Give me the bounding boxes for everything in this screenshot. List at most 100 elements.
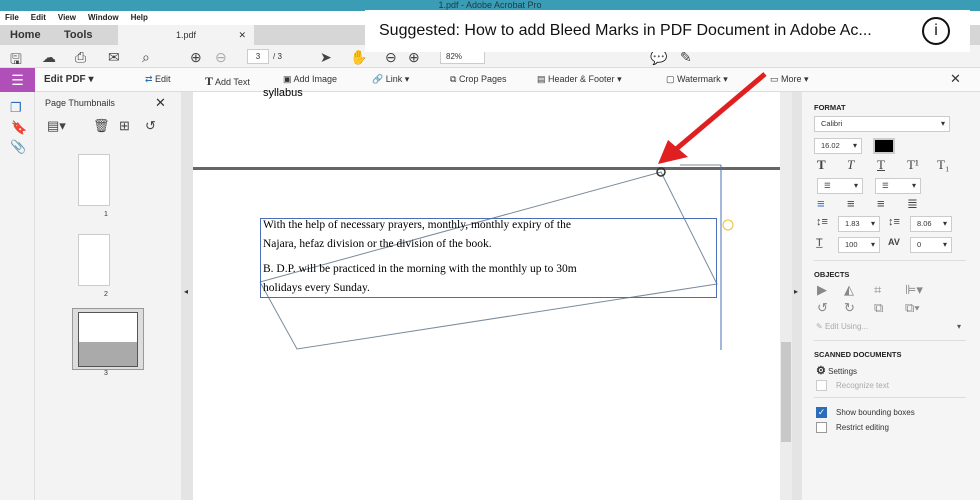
menu-file[interactable]: File <box>5 13 19 22</box>
subscript-icon[interactable]: T₁ <box>937 157 949 173</box>
restrict-editing-checkbox[interactable] <box>816 422 827 433</box>
character-spacing-select[interactable]: 0 <box>910 237 952 253</box>
show-bounding-boxes-checkbox[interactable]: ✓ <box>816 407 827 418</box>
search-icon[interactable]: ⌕ <box>142 49 150 66</box>
window-title: 1.pdf - Adobe Acrobat Pro <box>438 0 542 10</box>
thumbnails-panel: Page Thumbnails ✕ ▤▾ 🗑 ⊞ ↺ 1 2 3 <box>35 92 181 500</box>
thumbnails-title: Page Thumbnails <box>45 98 115 108</box>
print-icon[interactable]: ⎙ <box>75 49 86 66</box>
collapse-left-panel[interactable]: ◂ <box>181 92 193 500</box>
superscript-icon[interactable]: T¹ <box>907 157 919 173</box>
delete-icon[interactable]: 🗑 <box>93 118 110 134</box>
horizontal-scale-icon: T̲ <box>816 237 823 249</box>
page-thumbnail-1[interactable] <box>78 154 110 206</box>
font-select[interactable]: Calibri <box>814 116 950 132</box>
settings-button[interactable]: ⚙ Settings <box>816 364 857 377</box>
watermark-button[interactable]: ▢ Watermark ▾ <box>666 74 728 85</box>
italic-icon[interactable]: T <box>847 157 854 173</box>
line-spacing-select[interactable]: 1.83 <box>838 216 880 232</box>
character-spacing-icon: AV <box>888 237 900 247</box>
close-tool-icon[interactable]: ✕ <box>950 71 961 87</box>
font-color-swatch[interactable] <box>873 138 895 154</box>
info-icon[interactable]: i <box>922 17 950 45</box>
more-button[interactable]: ▭ More ▾ <box>770 74 809 85</box>
restrict-editing-label: Restrict editing <box>836 423 889 432</box>
bookmark-icon[interactable]: 🔖 <box>11 120 27 136</box>
edit-pdf-menu[interactable]: Edit PDF ▾ <box>44 74 93 85</box>
close-panel-icon[interactable]: ✕ <box>155 95 166 111</box>
thumbnail-label: 2 <box>104 291 108 298</box>
numbered-list-select[interactable]: ☰ <box>875 178 921 194</box>
header-footer-button[interactable]: ▤ Header & Footer ▾ <box>537 74 622 85</box>
thumbnail-label: 1 <box>104 211 108 218</box>
replace-image-icon[interactable]: ⧉ <box>874 300 883 316</box>
vertical-scrollbar[interactable] <box>780 92 792 500</box>
tab-home[interactable]: Home <box>10 25 41 45</box>
add-text-button[interactable]: T Add Text <box>205 74 250 89</box>
page-thumbnail-2[interactable] <box>78 234 110 286</box>
recognize-text-checkbox[interactable] <box>816 380 827 391</box>
align-left-icon[interactable]: ≡ <box>817 196 825 211</box>
attachment-icon[interactable]: 📎 <box>10 139 26 155</box>
rotate-icon[interactable]: ↺ <box>145 118 156 134</box>
font-size-select[interactable]: 16.02 <box>814 138 862 154</box>
page-up-icon[interactable]: ⊕ <box>190 49 202 66</box>
document-area[interactable]: syllabus With the help of necessary pray… <box>193 87 780 500</box>
show-bounding-boxes-label: Show bounding boxes <box>836 408 915 417</box>
suggestion-banner[interactable]: Suggested: How to add Bleed Marks in PDF… <box>365 10 970 52</box>
menu-window[interactable]: Window <box>88 13 119 22</box>
format-heading: FORMAT <box>814 103 846 112</box>
edit-using-button[interactable]: ✎ Edit Using... <box>816 322 868 331</box>
edit-pdf-toolbar: ☰ Edit PDF ▾ ⇄ Edit T Add Text ▣ Add Ima… <box>0 68 980 92</box>
doc-line[interactable]: B. D.P. will be practiced in the morning… <box>263 263 577 275</box>
page-down-icon[interactable]: ⊖ <box>215 49 227 66</box>
suggestion-text: Suggested: How to add Bleed Marks in PDF… <box>379 22 872 39</box>
page-thumbnail-3-selected[interactable] <box>72 308 144 370</box>
add-image-button[interactable]: ▣ Add Image <box>283 74 337 85</box>
crop-icon[interactable]: ⌗ <box>874 282 881 298</box>
upload-icon[interactable]: ☁ <box>42 49 56 66</box>
flip-horizontal-icon[interactable]: ◭ <box>844 282 854 298</box>
underline-icon[interactable]: T <box>877 157 885 173</box>
flip-vertical-icon[interactable]: ▶ <box>817 282 827 298</box>
thumbnail-label: 3 <box>104 370 108 377</box>
scanned-heading: SCANNED DOCUMENTS <box>814 350 902 359</box>
bullet-list-select[interactable]: ☰ <box>817 178 863 194</box>
doc-line[interactable]: holidays every Sunday. <box>263 282 370 294</box>
crop-pages-button[interactable]: ⧉ Crop Pages <box>450 74 506 85</box>
align-center-icon[interactable]: ≡ <box>847 196 855 211</box>
bold-icon[interactable]: T <box>817 157 826 173</box>
page-thumbnails-icon[interactable]: ❐ <box>10 100 22 116</box>
horizontal-scale-select[interactable]: 100 <box>838 237 880 253</box>
justify-icon[interactable]: ≣ <box>907 196 918 212</box>
menu-edit[interactable]: Edit <box>31 13 46 22</box>
rotate-right-icon[interactable]: ↻ <box>844 300 855 316</box>
page-number-input[interactable]: 3 <box>247 49 269 64</box>
extract-icon[interactable]: ⊞ <box>119 118 130 134</box>
link-button[interactable]: 🔗 Link ▾ <box>372 74 409 85</box>
align-right-icon[interactable]: ≡ <box>877 196 885 211</box>
tab-document[interactable]: 1.pdf ✕ <box>118 25 254 45</box>
format-panel: FORMAT Calibri 16.02 T T T T¹ T₁ ☰ ☰ ≡ ≡… <box>802 92 980 500</box>
arrange-icon[interactable]: ⧉▾ <box>905 300 920 316</box>
document-tab-label: 1.pdf <box>175 30 197 40</box>
menu-help[interactable]: Help <box>131 13 148 22</box>
collapse-right-panel[interactable]: ▸ <box>792 92 802 500</box>
align-objects-icon[interactable]: ⊫▾ <box>905 282 923 298</box>
scrollbar-thumb[interactable] <box>781 342 791 442</box>
doc-line[interactable]: Najara, hefaz division or the division o… <box>263 238 492 250</box>
recognize-text-label: Recognize text <box>836 381 889 390</box>
tab-tools[interactable]: Tools <box>64 25 93 45</box>
close-tab-icon[interactable]: ✕ <box>238 25 246 45</box>
menu-view[interactable]: View <box>58 13 76 22</box>
paragraph-spacing-select[interactable]: 8.06 <box>910 216 952 232</box>
doc-line[interactable]: With the help of necessary prayers, mont… <box>263 219 571 231</box>
edit-pdf-tool-icon[interactable]: ☰ <box>0 68 35 92</box>
select-cursor-icon[interactable]: ➤ <box>320 49 332 66</box>
edit-button[interactable]: ⇄ Edit <box>145 74 171 85</box>
edit-using-dropdown-icon[interactable]: ▾ <box>957 322 961 331</box>
email-icon[interactable]: ✉ <box>108 49 120 66</box>
rotate-left-icon[interactable]: ↺ <box>817 300 828 316</box>
thumbnail-options-icon[interactable]: ▤▾ <box>47 118 66 134</box>
line-spacing-icon: ↕≡ <box>816 216 828 228</box>
